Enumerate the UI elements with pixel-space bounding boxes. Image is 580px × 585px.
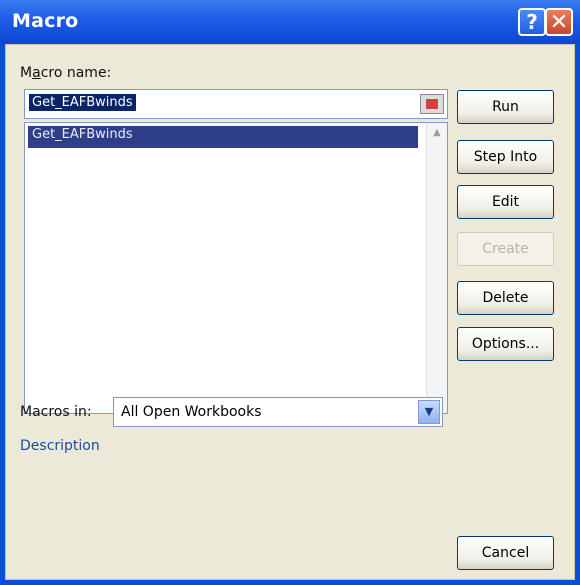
macro-list[interactable]: Get_EAFBwinds ▲ ▼ bbox=[24, 122, 448, 414]
macro-name-value: Get_EAFBwinds bbox=[29, 94, 136, 111]
list-scrollbar[interactable]: ▲ ▼ bbox=[426, 123, 447, 413]
macro-list-item[interactable]: Get_EAFBwinds bbox=[28, 126, 418, 148]
macros-in-select[interactable]: All Open Workbooks ▼ bbox=[113, 397, 443, 427]
window-title: Macro bbox=[12, 10, 79, 32]
dialog-content: Macro name: Get_EAFBwinds Get_EAFBwinds … bbox=[5, 44, 575, 580]
help-button[interactable]: ? bbox=[518, 8, 546, 36]
run-button[interactable]: Run bbox=[457, 90, 554, 124]
macro-name-label: Macro name: bbox=[20, 65, 112, 81]
cancel-button[interactable]: Cancel bbox=[457, 536, 554, 570]
macro-dialog: Macro ? ✕ Macro name: Get_EAFBwinds Get_… bbox=[0, 0, 580, 585]
delete-button[interactable]: Delete bbox=[457, 281, 554, 315]
edit-button[interactable]: Edit bbox=[457, 185, 554, 219]
select-macro-icon bbox=[426, 99, 438, 109]
macros-in-label: Macros in: bbox=[20, 404, 92, 420]
scroll-up-icon[interactable]: ▲ bbox=[429, 125, 445, 141]
close-button[interactable]: ✕ bbox=[545, 8, 573, 36]
macros-in-value: All Open Workbooks bbox=[121, 404, 262, 420]
step-into-button[interactable]: Step Into bbox=[457, 140, 554, 174]
create-button[interactable]: Create bbox=[457, 232, 554, 266]
options-button[interactable]: Options... bbox=[457, 327, 554, 361]
title-bar: Macro ? ✕ bbox=[0, 0, 580, 44]
dropdown-arrow-icon[interactable]: ▼ bbox=[418, 400, 440, 424]
description-label: Description bbox=[20, 438, 100, 454]
select-macro-button[interactable] bbox=[420, 94, 444, 114]
macro-name-input[interactable]: Get_EAFBwinds bbox=[24, 89, 448, 119]
